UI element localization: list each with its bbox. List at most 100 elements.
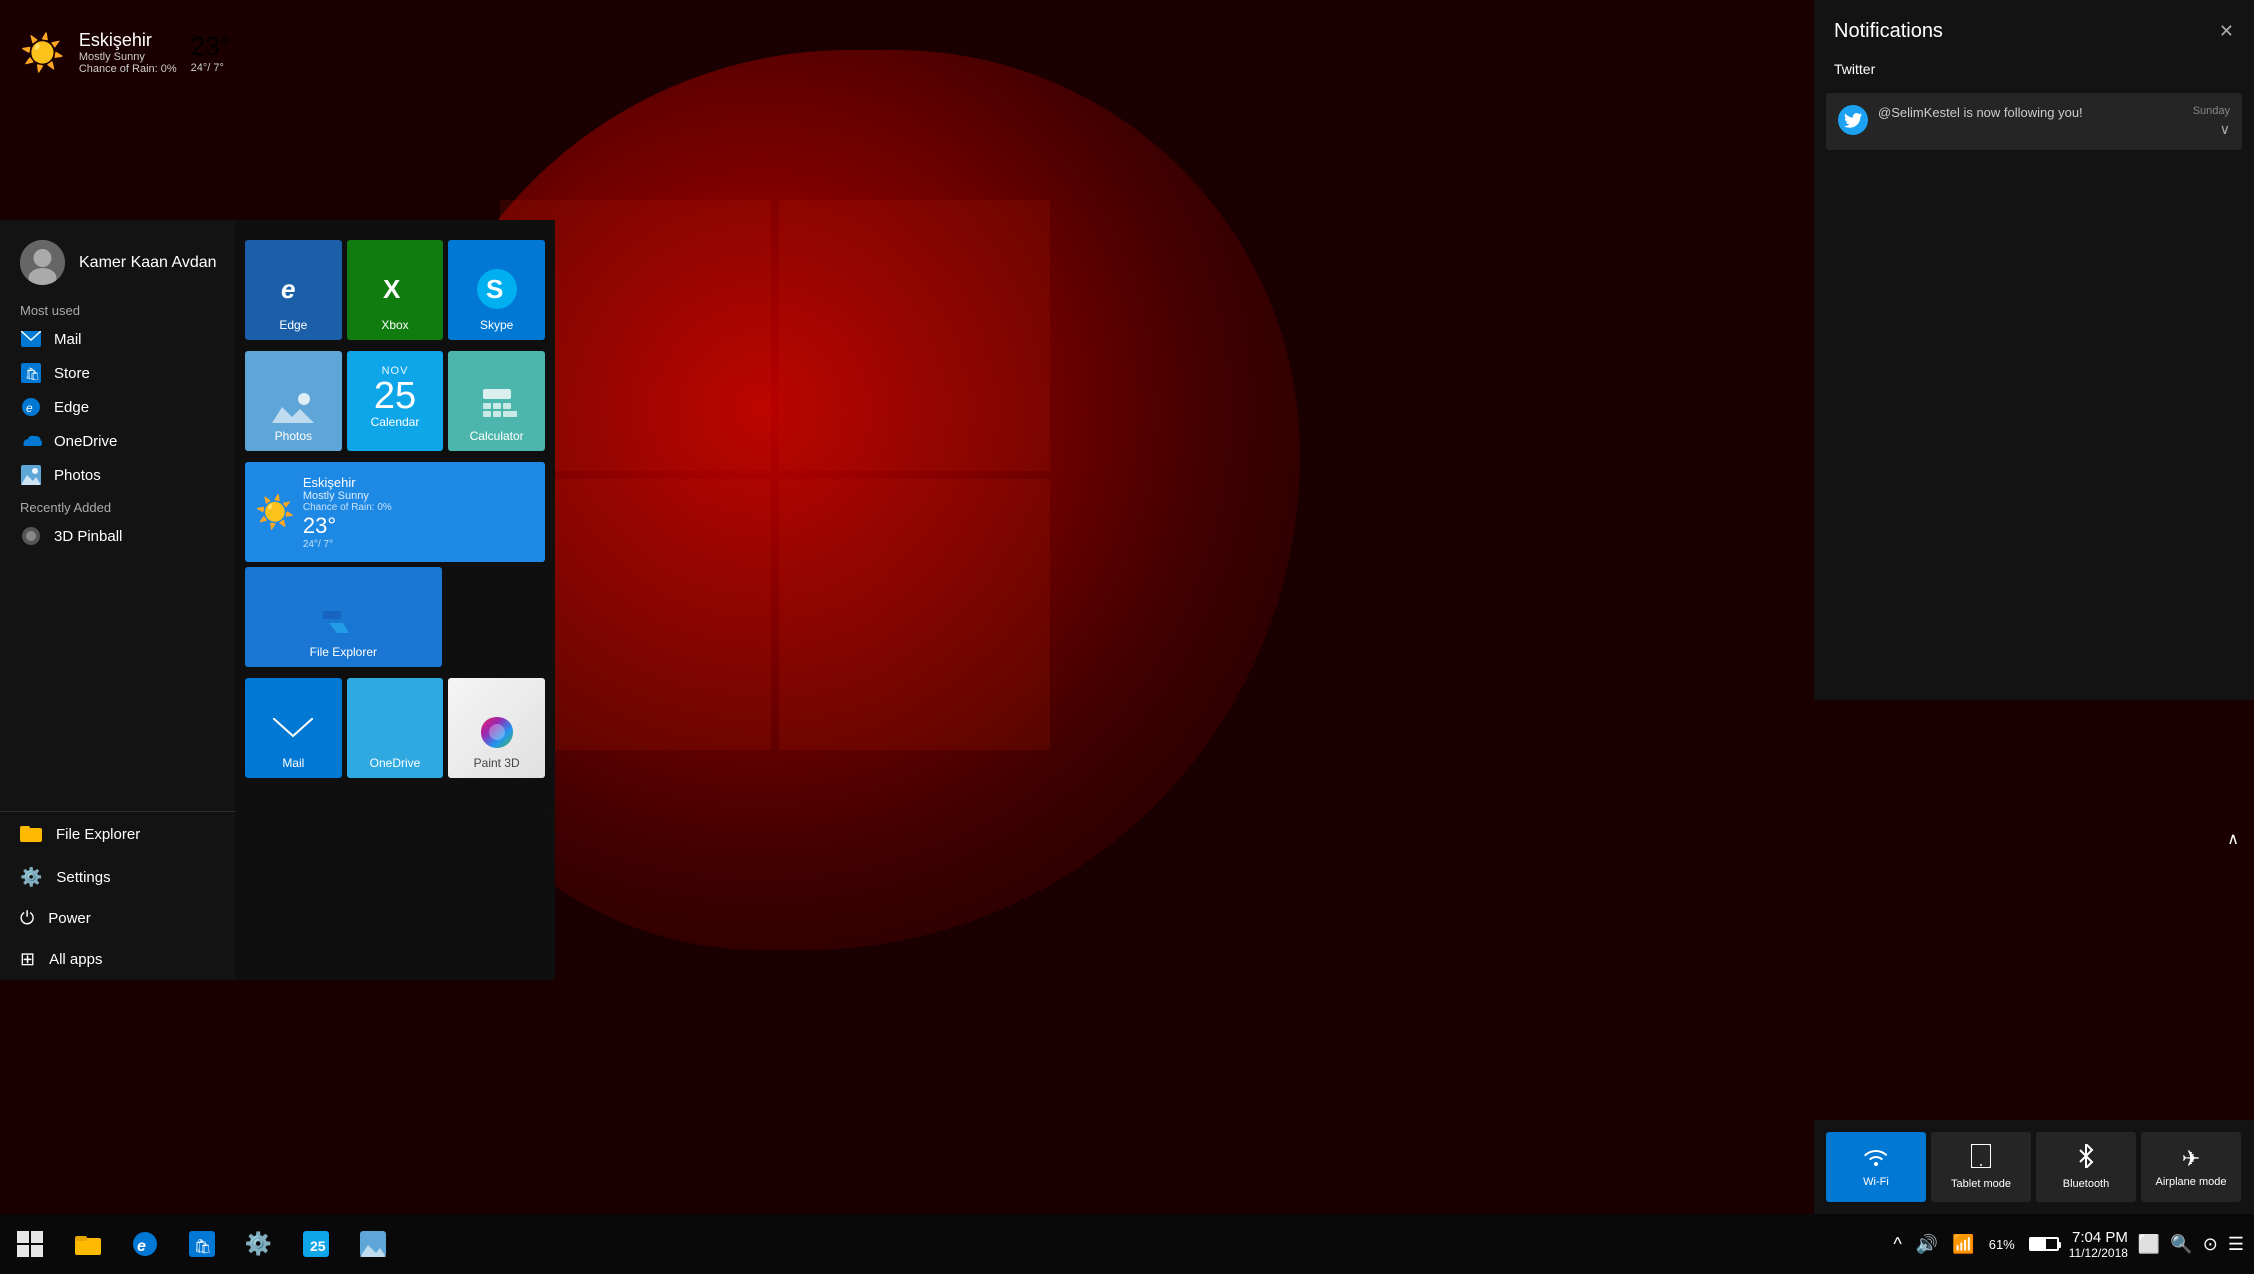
notification-taskbar-icon[interactable]: ☰ [2228,1234,2244,1255]
weather-widget[interactable]: ☀️ Eskişehir Mostly Sunny Chance of Rain… [20,30,230,75]
wifi-label: Wi-Fi [1863,1176,1889,1188]
tile-calendar[interactable]: NOV 25 Calendar [347,351,444,451]
weather-temp: 23° [191,31,230,62]
svg-text:S: S [486,274,503,304]
tile-photos-label: Photos [275,429,312,443]
airplane-mode-icon: ✈ [2182,1146,2200,1172]
tile-skype-label: Skype [480,318,513,332]
file-explorer-bottom-label: File Explorer [56,826,140,843]
tiles-row-2: Photos NOV 25 Calendar Calculator [245,351,545,451]
notifications-header: Notifications ✕ [1814,0,2254,53]
notification-item: @SelimKestel is now following you! Sunda… [1826,93,2242,150]
tile-skype[interactable]: S Skype [448,240,545,340]
tiles-row-1: e Edge X Xbox S Skype [245,240,545,340]
weather-tile-condition: Mostly Sunny [303,490,392,502]
avatar[interactable] [20,240,65,285]
quick-action-tablet[interactable]: Tablet mode [1931,1132,2031,1202]
cortana-icon[interactable]: ⊙ [2203,1234,2218,1255]
tile-calendar-label: Calendar [371,415,420,429]
tile-mail[interactable]: Mail [245,678,342,778]
clock-date: 11/12/2018 [2069,1246,2128,1260]
tiles-row-4: Mail OneDrive Paint 3D [245,678,545,778]
svg-text:e: e [281,274,295,304]
taskbar-store[interactable]: 🛍 [174,1214,229,1274]
tile-xbox[interactable]: X Xbox [347,240,444,340]
tile-paint3d-label: Paint 3D [474,756,520,770]
tile-paint3d[interactable]: Paint 3D [448,678,545,778]
taskbar-file-explorer[interactable] [60,1214,115,1274]
taskbar-tray: ^ 🔊 📶 61% 7:04 PM 11/12/2018 ⬜ 🔍 ⊙ ☰ [1893,1229,2254,1260]
quick-action-wifi[interactable]: Wi-Fi [1826,1132,1926,1202]
user-name: Kamer Kaan Avdan [79,254,217,272]
file-explorer-icon [20,822,42,847]
weather-rain: Chance of Rain: 0% [79,63,177,75]
start-button[interactable] [0,1214,60,1274]
weather-range: 24°/ 7° [191,62,230,74]
tile-onedrive[interactable]: OneDrive [347,678,444,778]
notifications-close-button[interactable]: ✕ [2219,21,2234,42]
taskbar-edge[interactable]: e [117,1214,172,1274]
notification-time: Sunday [2193,105,2230,117]
notification-content: @SelimKestel is now following you! [1878,105,2183,120]
3dpinball-icon [20,525,42,547]
quick-action-bluetooth[interactable]: Bluetooth [2036,1132,2136,1202]
taskbar-calendar[interactable]: 25 [288,1214,343,1274]
tile-mail-label: Mail [282,756,304,770]
notifications-title: Notifications [1834,20,1943,43]
all-apps-label: All apps [49,951,102,968]
weather-tile-temp: 23° [303,513,392,539]
taskbar-pinned-icons: e 🛍 ⚙️ 25 [60,1214,400,1274]
store-label: Store [54,365,90,382]
tile-file-explorer[interactable]: File Explorer [245,567,442,667]
quick-action-airplane[interactable]: ✈ Airplane mode [2141,1132,2241,1202]
photos-icon [20,464,42,486]
weather-tile-range: 24°/ 7° [303,539,392,550]
tile-xbox-label: Xbox [381,318,408,332]
notifications-panel: Notifications ✕ Twitter @SelimKestel is … [1814,0,2254,700]
system-tray: ^ 🔊 📶 61% [1893,1234,2058,1255]
mail-label: Mail [54,331,82,348]
weather-info: Eskişehir Mostly Sunny Chance of Rain: 0… [79,30,177,75]
wifi-quick-icon [1864,1146,1888,1172]
battery-bar [2029,1237,2059,1251]
tile-file-explorer-label: File Explorer [310,645,377,659]
svg-text:e: e [26,401,33,415]
edge-icon: e [20,396,42,418]
weather-temp-block: 23° 24°/ 7° [191,31,230,74]
edge-label: Edge [54,399,89,416]
tile-calculator[interactable]: Calculator [448,351,545,451]
tile-edge[interactable]: e Edge [245,240,342,340]
notification-text: @SelimKestel is now following you! [1878,105,2183,120]
twitter-section-label: Twitter [1814,53,2254,85]
weather-condition: Mostly Sunny [79,51,177,63]
photos-label: Photos [54,467,101,484]
tile-weather[interactable]: ☀️ Eskişehir Mostly Sunny Chance of Rain… [245,462,545,562]
tile-edge-label: Edge [279,318,307,332]
taskbar: e 🛍 ⚙️ 25 ^ 🔊 📶 61% 7:04 PM 11/12/2018 [0,1214,2254,1274]
notification-expand-button[interactable]: ∨ [2220,121,2230,138]
svg-text:🛍: 🛍 [25,367,40,381]
onedrive-icon [20,430,42,452]
system-clock[interactable]: 7:04 PM 11/12/2018 [2069,1229,2128,1260]
airplane-mode-label: Airplane mode [2156,1176,2227,1188]
volume-icon[interactable]: 🔊 [1916,1234,1938,1255]
weather-tile-content: Eskişehir Mostly Sunny Chance of Rain: 0… [303,475,392,550]
wifi-tray-icon[interactable]: 📶 [1952,1234,1974,1255]
tiles-row-3: ☀️ Eskişehir Mostly Sunny Chance of Rain… [245,462,545,667]
chevron-up-button[interactable]: ∧ [2222,824,2244,854]
weather-tile-rain: Chance of Rain: 0% [303,502,392,513]
tile-photos[interactable]: Photos [245,351,342,451]
mail-icon [20,328,42,350]
svg-text:🛍: 🛍 [194,1238,212,1254]
tablet-mode-icon [1971,1144,1991,1174]
search-taskbar-icon[interactable]: 🔍 [2170,1234,2192,1255]
twitter-icon [1838,105,1868,135]
tablet-mode-label: Tablet mode [1951,1178,2011,1190]
power-icon: ⏻ [20,908,34,929]
tray-chevron[interactable]: ^ [1893,1234,1901,1255]
tiles-panel: e Edge X Xbox S Skype Photos NOV 25 Cale… [235,220,555,980]
task-view-icon[interactable]: ⬜ [2138,1234,2160,1255]
taskbar-settings[interactable]: ⚙️ [231,1214,286,1274]
clock-time: 7:04 PM [2069,1229,2128,1246]
taskbar-photos[interactable] [345,1214,400,1274]
